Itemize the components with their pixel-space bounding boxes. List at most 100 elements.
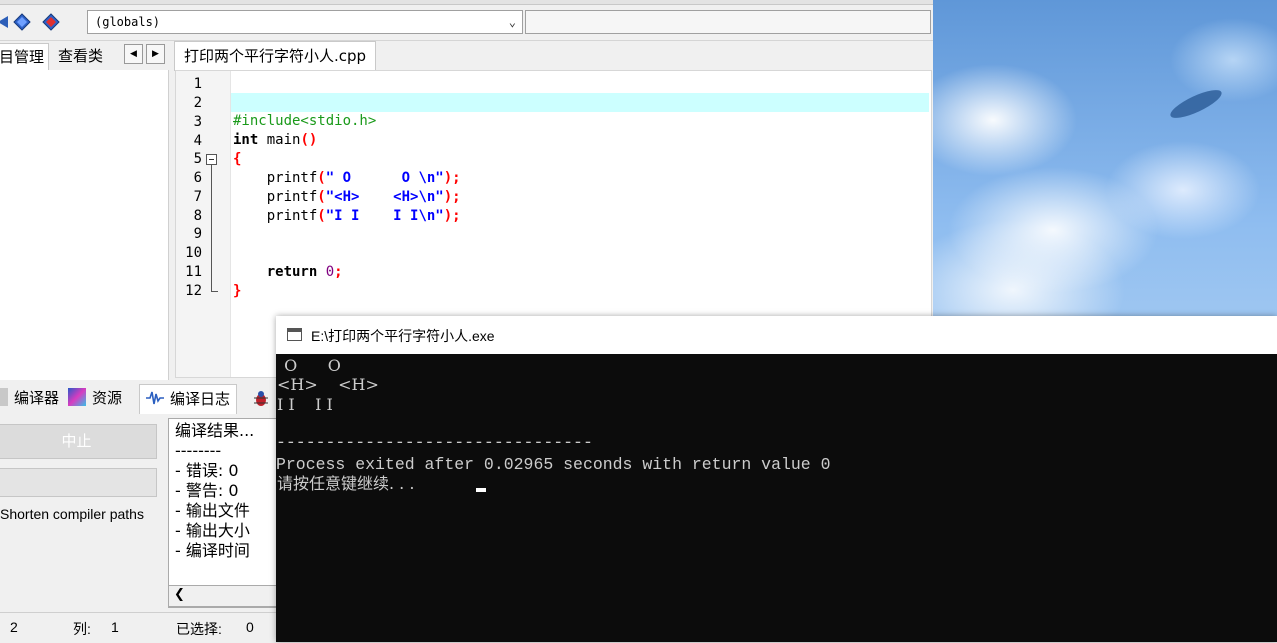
line-number-gutter: 1 2 3 4 5 6 7 8 9 10 11 12	[176, 71, 231, 377]
console-title-bar[interactable]: E:\打印两个平行字符小人.exe	[276, 316, 1277, 354]
log-horizontal-scrollbar[interactable]: ❮	[168, 585, 280, 607]
printf-call: printf	[266, 189, 318, 205]
console-window[interactable]: E:\打印两个平行字符小人.exe O O <H> <H> I I I I --…	[276, 316, 1277, 642]
log-line: 编译结果...	[175, 421, 255, 440]
console-line: --------------------------------	[276, 433, 593, 452]
line-number: 7	[193, 189, 202, 205]
left-panel-tabs: 目管理 查看类	[0, 41, 170, 71]
waveform-icon	[146, 391, 164, 405]
tab-compiler[interactable]: 编译器	[0, 384, 59, 413]
stop-button[interactable]: 中止	[0, 424, 157, 459]
paren-close: );	[443, 170, 461, 186]
paren-open: (	[317, 170, 326, 186]
code-line-4: int main()	[233, 131, 317, 150]
debug-bug-icon[interactable]	[251, 389, 271, 409]
log-line: --------	[175, 441, 222, 460]
paren-open: (	[317, 189, 326, 205]
line-number: 4	[193, 133, 202, 149]
code-line-12: }	[233, 282, 241, 301]
compiler-options-panel: 中止 Shorten compiler paths	[0, 414, 166, 612]
scroll-left-icon[interactable]: ❮	[174, 587, 185, 602]
tab-class-browser-label: 查看类	[58, 47, 104, 65]
blank-button[interactable]	[0, 468, 157, 497]
log-line: - 警告: 0	[175, 481, 239, 500]
status-line-value: 2	[10, 619, 18, 635]
function-dropdown[interactable]	[525, 10, 931, 34]
resources-icon	[68, 388, 86, 406]
code-line-6: printf(" O O \n");	[233, 169, 461, 188]
tab-source-file[interactable]: 打印两个平行字符小人.cpp	[174, 41, 377, 71]
console-line: O O	[279, 356, 341, 375]
fold-guide-line	[211, 165, 212, 292]
tabs-scroll-right-button[interactable]: ▶	[146, 44, 165, 64]
status-selection-label: 已选择:	[176, 621, 222, 637]
project-tree-panel[interactable]	[0, 70, 169, 380]
bookmark-goto-icon[interactable]	[42, 13, 60, 31]
compiler-icon	[0, 388, 8, 406]
tab-compile-log-label: 编译日志	[170, 390, 231, 408]
close-brace: }	[233, 283, 242, 299]
line-number: 9	[193, 226, 202, 242]
printf-call: printf	[266, 170, 318, 186]
preprocessor-include: #include<stdio.h>	[233, 113, 377, 129]
code-line-11: return 0;	[233, 263, 343, 282]
log-line: - 输出文件	[175, 501, 250, 520]
log-line: - 错误: 0	[175, 461, 239, 480]
keyword-int: int	[233, 132, 259, 148]
console-cursor	[476, 488, 486, 492]
code-line-3: #include<stdio.h>	[233, 112, 376, 131]
code-line-5: {	[233, 150, 241, 169]
line-number: 11	[185, 264, 202, 280]
open-brace: {	[233, 151, 242, 167]
compile-log-output[interactable]: 编译结果... -------- - 错误: 0 - 警告: 0 - 输出文件 …	[168, 418, 280, 608]
scope-dropdown-value: (globals)	[95, 15, 161, 29]
tabs-scroll-left-button[interactable]: ◀	[124, 44, 143, 64]
printf-call: printf	[266, 208, 318, 224]
console-line: <H> <H>	[277, 375, 379, 394]
console-line: I I I I	[277, 395, 333, 414]
toolbar: (globals) ⌄	[0, 0, 933, 41]
line-number: 1	[193, 76, 202, 92]
code-line-7: printf("<H> <H>\n");	[233, 188, 461, 207]
function-name-main: main	[258, 132, 301, 148]
status-col-label: 列:	[73, 621, 91, 637]
toolbar-top-strip	[0, 0, 933, 5]
tab-project-manager-label: 目管理	[0, 48, 45, 66]
tab-source-file-label: 打印两个平行字符小人.cpp	[184, 47, 367, 65]
paren-close: );	[443, 208, 461, 224]
string-literal: "<H> <H>\n"	[325, 189, 444, 205]
status-selection-value: 0	[246, 619, 254, 635]
tab-compiler-label: 编译器	[14, 389, 60, 407]
tab-compile-log[interactable]: 编译日志	[139, 384, 238, 414]
bottom-panel-tabs: 编译器 资源 编译日志	[0, 384, 280, 414]
code-line-8: printf("I I I I\n");	[233, 207, 461, 226]
main-parens: ()	[300, 132, 318, 148]
chevron-down-icon: ⌄	[508, 15, 516, 29]
console-line: Process exited after 0.02965 seconds wit…	[276, 455, 831, 474]
status-bar: 2 列: 1 已选择: 0	[0, 612, 280, 643]
paren-open: (	[317, 208, 326, 224]
keyword-return: return	[266, 264, 318, 280]
string-literal: " O O \n"	[325, 170, 444, 186]
fold-end-marker	[211, 291, 218, 292]
tab-resources[interactable]: 资源	[68, 384, 122, 413]
line-number: 6	[193, 170, 202, 186]
status-col-value: 1	[111, 619, 119, 635]
line-number: 10	[185, 245, 202, 261]
toolbar-arrow-icon[interactable]	[0, 13, 12, 31]
console-output[interactable]: O O <H> <H> I I I I --------------------…	[276, 354, 1277, 642]
line-number: 5	[193, 151, 202, 167]
return-value: 0	[325, 264, 335, 280]
scope-dropdown[interactable]: (globals) ⌄	[87, 10, 523, 34]
editor-tab-bar: 打印两个平行字符小人.cpp	[172, 41, 933, 71]
tab-class-browser[interactable]: 查看类	[54, 43, 107, 69]
shorten-paths-checkbox-label[interactable]: Shorten compiler paths	[0, 506, 144, 522]
fold-toggle-icon[interactable]	[206, 154, 217, 165]
paren-close: );	[443, 189, 461, 205]
semicolon: ;	[334, 264, 343, 280]
string-literal: "I I I I\n"	[325, 208, 444, 224]
bookmark-toggle-icon[interactable]	[13, 13, 31, 31]
tab-resources-label: 资源	[92, 389, 123, 407]
log-line: - 编译时间	[175, 541, 250, 560]
tab-project-manager[interactable]: 目管理	[0, 43, 50, 70]
